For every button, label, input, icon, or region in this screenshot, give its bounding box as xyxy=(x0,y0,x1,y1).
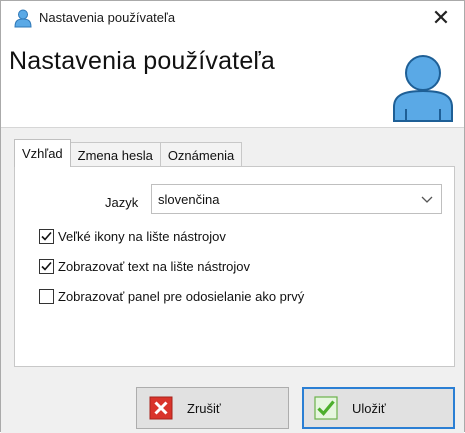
tab-appearance[interactable]: Vzhľad xyxy=(14,139,71,167)
large-icons-label: Veľké ikony na lište nástrojov xyxy=(58,229,226,244)
send-panel-first-label: Zobrazovať panel pre odosielanie ako prv… xyxy=(58,289,305,304)
close-button[interactable]: ✕ xyxy=(418,1,464,35)
cancel-icon xyxy=(149,396,173,420)
tab-notifications[interactable]: Oznámenia xyxy=(159,142,243,167)
cancel-button[interactable]: Zrušiť xyxy=(136,387,289,429)
option-toolbar-text[interactable]: Zobrazovať text na lište nástrojov xyxy=(39,259,250,274)
checkmark-icon xyxy=(41,231,52,241)
save-button[interactable]: Uložiť xyxy=(302,387,455,429)
option-send-panel-first[interactable]: Zobrazovať panel pre odosielanie ako prv… xyxy=(39,289,304,304)
settings-dialog: Nastavenia používateľa ✕ Nastavenia použ… xyxy=(0,0,465,433)
tab-change-password[interactable]: Zmena hesla xyxy=(69,142,161,167)
tab-strip: Vzhľad Zmena hesla Oznámenia xyxy=(14,139,243,167)
save-check-icon xyxy=(314,396,338,420)
appearance-panel: Jazyk slovenčina Veľké ikony na lište ná… xyxy=(14,166,455,367)
user-icon xyxy=(14,9,32,28)
language-value: slovenčina xyxy=(158,192,220,207)
language-label: Jazyk xyxy=(105,195,139,210)
toolbar-text-label: Zobrazovať text na lište nástrojov xyxy=(58,259,251,274)
checkmark-icon xyxy=(41,261,52,271)
language-select[interactable]: slovenčina xyxy=(151,184,442,214)
large-icons-checkbox[interactable] xyxy=(39,229,54,244)
title-bar[interactable]: Nastavenia používateľa ✕ xyxy=(1,1,464,35)
window-title: Nastavenia používateľa xyxy=(39,10,176,25)
header-title: Nastavenia používateľa xyxy=(9,47,276,75)
send-panel-first-checkbox[interactable] xyxy=(39,289,54,304)
close-icon: ✕ xyxy=(431,5,451,30)
user-avatar-icon xyxy=(393,55,453,122)
chevron-down-icon xyxy=(421,196,433,203)
cancel-label: Zrušiť xyxy=(187,400,221,416)
toolbar-text-checkbox[interactable] xyxy=(39,259,54,274)
option-large-icons[interactable]: Veľké ikony na lište nástrojov xyxy=(39,229,226,244)
save-label: Uložiť xyxy=(352,400,386,416)
